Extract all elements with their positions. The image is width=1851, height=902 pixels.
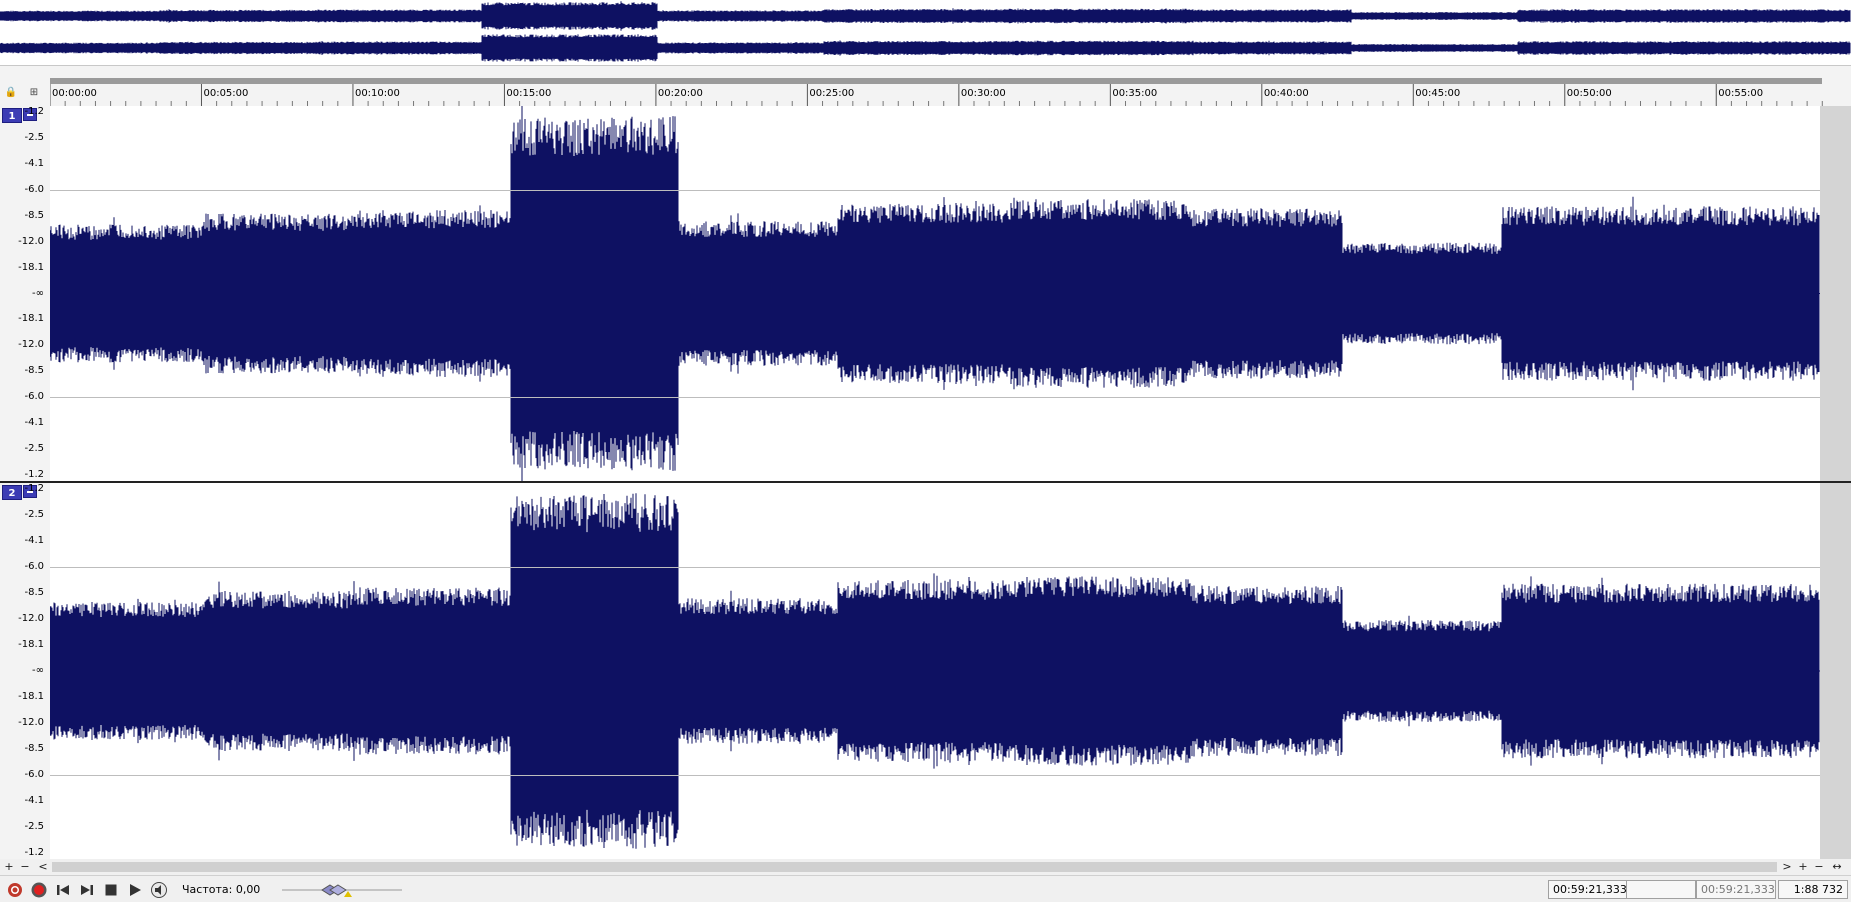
ruler-tick-label: 00:20:00 [658,88,703,99]
overview-channel-1-waveform [0,1,1851,31]
ruler-tick-label: 00:00:00 [52,88,97,99]
speaker-icon[interactable] [150,881,168,899]
zoom-out-right-button[interactable]: − [1812,860,1826,874]
record-settings-icon[interactable] [6,881,24,899]
db-scale-label: -1.2 [24,847,44,858]
db-scale-label: -∞ [32,287,44,299]
db-scale-label: -4.1 [24,535,44,546]
db-scale-label: -2.5 [24,443,44,455]
db-scale-label: -18.1 [18,261,44,273]
scroll-right-button[interactable]: > [1780,860,1794,874]
channel-2-waveform[interactable] [50,483,1820,859]
db-scale-label: -18.1 [18,691,44,702]
ruler-tick-label: 00:30:00 [961,88,1006,99]
channel-2: 2 -1.2 -2.5 -4.1 -6.0 -8.5 -12.0 -18.1 -∞ -18.1-… [0,483,1851,859]
skip-end-icon[interactable] [78,881,96,899]
db-gridline [50,189,1820,191]
timeline-ruler[interactable]: 00:00:00 00:05:00 00:10:00 00:15:00 00:20:00… [50,84,1840,106]
zoom-in-right-button[interactable]: + [1796,860,1810,874]
db-scale-label: -18.1 [18,639,44,650]
scroll-left-button[interactable]: < [36,860,50,874]
fit-width-button[interactable]: ↔ [1830,860,1844,874]
zoom-in-button[interactable]: + [2,860,16,874]
channel-2-scale: 2 -1.2 -2.5 -4.1 -6.0 -8.5 -12.0 -18.1 -∞ -18.1-… [0,483,50,859]
db-scale-label: -8.5 [24,365,44,377]
channel-1-waveform[interactable] [50,106,1820,481]
db-scale-label: -6.0 [24,391,44,403]
ruler-tick-label: 00:10:00 [355,88,400,99]
db-scale-label: -6.0 [24,561,44,572]
db-scale-label: -1.2 [24,483,44,494]
channel-1: 1 -1.2 -2.5 -4.1 -6.0 -8.5 -12.0 -18.1 -∞ -18.1-… [0,106,1851,481]
db-scale-label: -8.5 [24,209,44,221]
zoom-out-button[interactable]: − [18,860,32,874]
ruler-tick-label: 00:40:00 [1264,88,1309,99]
horizontal-scroll-track[interactable] [52,862,1777,872]
db-scale-label: -8.5 [24,743,44,754]
db-gridline [50,775,1820,776]
channel-1-scale: 1 -1.2 -2.5 -4.1 -6.0 -8.5 -12.0 -18.1 -∞ -18.1-… [0,106,50,481]
ruler-tick-label: 00:45:00 [1415,88,1460,99]
horizontal-scrollbar: + − < > + − ↔ [0,859,1851,875]
ruler-tick-label: 00:15:00 [506,88,551,99]
ruler-tick-label: 00:25:00 [809,88,854,99]
overview-channel-2-waveform [0,34,1851,62]
skip-start-icon[interactable] [54,881,72,899]
db-scale-label: -4.1 [24,795,44,806]
db-scale-label: -4.1 [24,417,44,429]
db-scale-label: -18.1 [18,313,44,325]
db-scale-label: -6.0 [24,183,44,195]
playback-speed-slider[interactable] [282,883,402,897]
channel-1-side-panel [1820,106,1851,481]
db-scale-label: -2.5 [24,131,44,143]
stop-icon[interactable] [102,881,120,899]
db-scale-label: -12.0 [18,235,44,247]
db-scale-label: -12.0 [18,613,44,624]
selection-field[interactable] [1626,880,1696,899]
channel-2-side-panel [1820,483,1851,859]
zoom-ratio-field[interactable]: 1:88 732 [1778,880,1848,899]
record-icon[interactable] [30,881,48,899]
db-scale-label: -12.0 [18,339,44,351]
ruler-tick-label: 00:55:00 [1718,88,1763,99]
frequency-label: Частота: 0,00 [182,883,261,896]
overview-waveform[interactable] [0,0,1851,66]
db-scale-label: -6.0 [24,769,44,780]
ruler-tick-label: 00:50:00 [1567,88,1612,99]
db-scale-label: -1.2 [24,469,44,480]
db-scale-label: -1.2 [24,106,44,117]
db-gridline [50,397,1820,399]
db-scale-label: -∞ [32,665,44,676]
duration-field[interactable]: 00:59:21,333 [1696,880,1776,899]
ruler-tick-label: 00:05:00 [203,88,248,99]
db-scale-label: -8.5 [24,587,44,598]
db-scale-label: -2.5 [24,509,44,520]
db-scale-label: -4.1 [24,157,44,169]
play-icon[interactable] [126,881,144,899]
ruler-tick-label: 00:35:00 [1112,88,1157,99]
db-gridline [50,567,1820,568]
waveform-overview[interactable] [0,0,1851,66]
transport-bar: Частота: 0,00 00:59:21,333 00:59:21,333 … [0,875,1851,902]
timeline-ruler-area: 🔒 ⊞ 00:00:00 00:05:00 00:10:00 00:15:00 00:2… [0,66,1851,106]
split-view-icon[interactable]: ⊞ [26,86,42,100]
lock-icon[interactable]: 🔒 [4,86,18,100]
db-scale-label: -2.5 [24,821,44,832]
db-scale-label: -12.0 [18,717,44,728]
